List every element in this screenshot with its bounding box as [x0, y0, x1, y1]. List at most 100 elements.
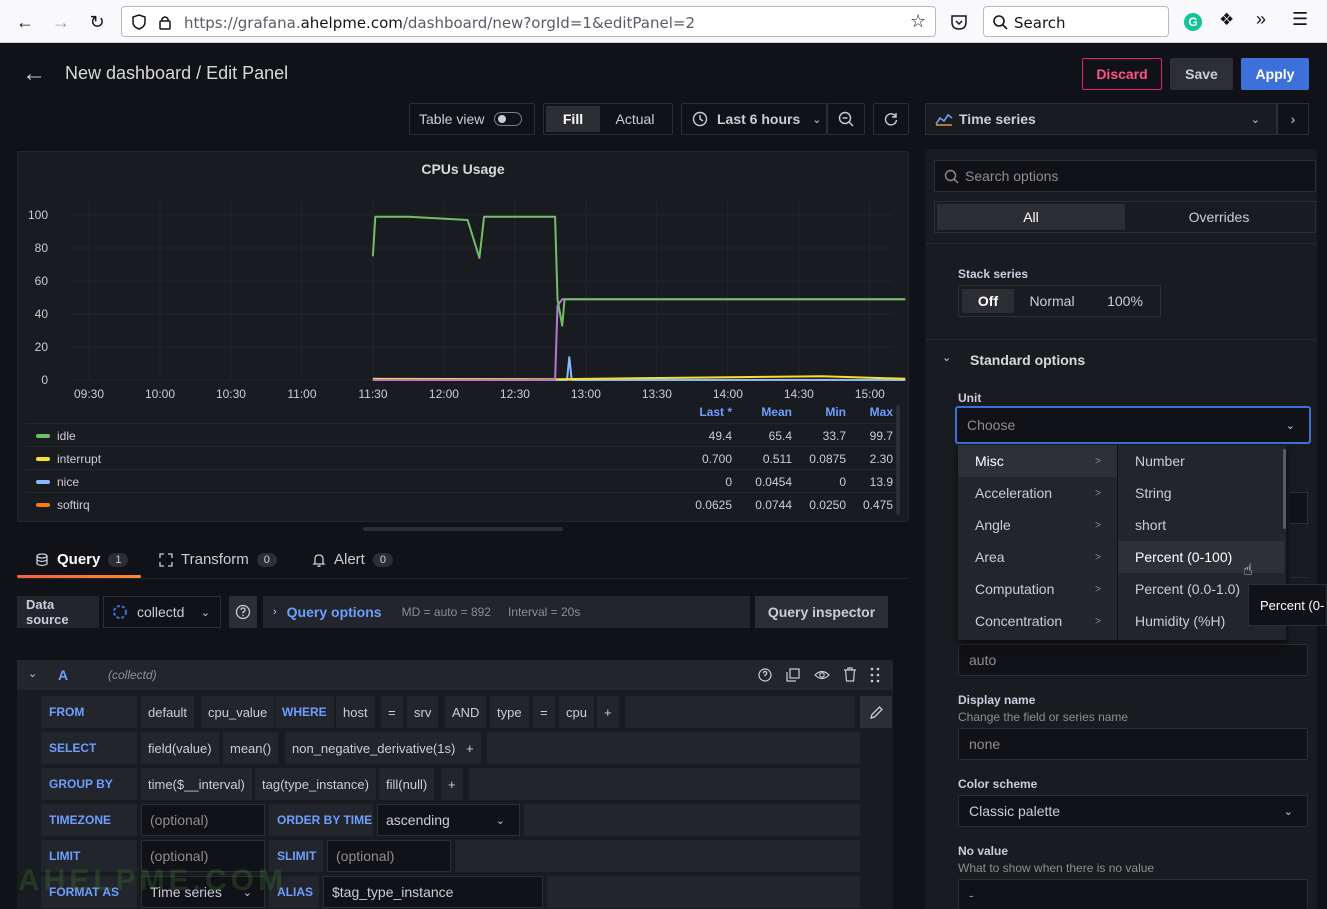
y-tick-label: 100 — [27, 208, 48, 222]
visualization-picker[interactable]: Time series ⌄ — [925, 103, 1277, 135]
color-scheme-select[interactable]: Classic palette ⌄ — [958, 795, 1308, 827]
order-by-select[interactable]: ascending ⌄ — [377, 804, 520, 836]
forward-icon[interactable]: → — [47, 8, 75, 36]
query-ref-id[interactable]: A — [58, 667, 68, 683]
url-bar[interactable]: https://grafana.ahelpme.com/dashboard/ne… — [121, 6, 936, 37]
hamburger-menu-icon[interactable]: ☰ — [1292, 9, 1308, 30]
help-icon[interactable] — [758, 668, 772, 682]
legend-row-nice[interactable]: nice 0 0.0454 0 13.9 — [26, 469, 902, 492]
toggle-switch[interactable] — [494, 112, 523, 126]
legend-header-max[interactable]: Max — [848, 405, 893, 419]
unit-category-item[interactable]: Angle > — [958, 509, 1117, 541]
from-retention-policy[interactable]: default — [141, 696, 195, 728]
group-by-time[interactable]: time($__interval) — [141, 768, 252, 800]
decimals-input[interactable]: auto — [958, 644, 1308, 676]
search-options-input[interactable]: Search options — [934, 160, 1316, 192]
legend-row-softirq[interactable]: softirq 0.0625 0.0744 0.0250 0.475 — [26, 492, 902, 515]
eye-icon[interactable] — [814, 668, 830, 682]
unit-option-label: Percent (0.0-1.0) — [1135, 581, 1241, 597]
standard-options-header[interactable]: Standard options — [970, 352, 1085, 368]
select-field[interactable]: field(value) — [141, 732, 219, 764]
legend-header-last[interactable]: Last * — [678, 405, 732, 419]
add-group-by-button[interactable]: + — [441, 768, 463, 800]
unit-option-item[interactable]: String — [1118, 477, 1284, 509]
add-select-button[interactable]: + — [459, 732, 481, 764]
overflow-chevron-icon[interactable]: » — [1256, 9, 1266, 30]
help-button[interactable] — [229, 596, 257, 628]
legend-scrollbar[interactable] — [896, 405, 900, 515]
browser-search[interactable]: Search — [983, 6, 1169, 37]
raw-query-toggle[interactable] — [860, 696, 892, 728]
unit-category-item[interactable]: Computation > — [958, 573, 1117, 605]
unit-category-item[interactable]: Area > — [958, 541, 1117, 573]
slimit-input[interactable]: (optional) — [327, 840, 451, 872]
where-operator[interactable]: = — [381, 696, 403, 728]
tab-all[interactable]: All — [937, 204, 1125, 230]
apply-button[interactable]: Apply — [1241, 58, 1309, 90]
pane-resize-handle[interactable] — [363, 527, 563, 531]
unit-category-item[interactable]: Misc > — [958, 445, 1117, 477]
legend-value-min: 33.7 — [822, 429, 846, 443]
legend-row-interrupt[interactable]: interrupt 0.700 0.511 0.0875 2.30 — [26, 446, 902, 469]
menu-scrollbar[interactable] — [1283, 449, 1286, 529]
unit-option-item[interactable]: Percent (0-100) — [1118, 541, 1284, 573]
where-tag-key[interactable]: host — [336, 696, 375, 728]
legend-header-min[interactable]: Min — [798, 405, 846, 419]
zoom-out-button[interactable] — [827, 103, 865, 135]
back-icon[interactable]: ← — [11, 8, 39, 36]
unit-option-item[interactable]: short — [1118, 509, 1284, 541]
actual-option[interactable]: Actual — [600, 106, 670, 132]
where-tag-value[interactable]: srv — [407, 696, 439, 728]
back-arrow-icon[interactable]: ← — [22, 60, 46, 88]
refresh-button[interactable] — [873, 103, 909, 135]
bookmark-star-icon[interactable]: ☆ — [910, 11, 926, 32]
drag-handle-icon[interactable] — [870, 667, 880, 683]
select-derivative[interactable]: non_negative_derivative(1s) — [285, 732, 463, 764]
alias-input[interactable]: $tag_type_instance — [323, 876, 543, 908]
group-by-tag[interactable]: tag(type_instance) — [255, 768, 376, 800]
unit-picker[interactable]: Choose ⌄ — [955, 406, 1311, 444]
legend-row-idle[interactable]: idle 49.4 65.4 33.7 99.7 — [26, 423, 902, 446]
data-source-select[interactable]: collectd ⌄ — [103, 596, 221, 628]
stack-option-off[interactable]: Off — [962, 289, 1014, 313]
tab-overrides[interactable]: Overrides — [1125, 204, 1313, 230]
reload-icon[interactable]: ↻ — [83, 8, 111, 36]
extension-icon[interactable]: ❖ — [1219, 10, 1234, 30]
grammarly-icon[interactable]: G — [1184, 13, 1202, 31]
duplicate-icon[interactable] — [786, 668, 800, 682]
chevron-down-icon[interactable]: ⌄ — [942, 351, 951, 364]
stack-option-percent[interactable]: 100% — [1093, 289, 1157, 313]
where-tag-value-2[interactable]: cpu — [559, 696, 594, 728]
pocket-icon[interactable] — [950, 13, 968, 31]
legend-header-mean[interactable]: Mean — [736, 405, 792, 419]
tab-query[interactable]: Query 1 — [35, 551, 129, 568]
no-value-input[interactable]: - — [958, 879, 1308, 909]
tab-transform[interactable]: Transform 0 — [159, 551, 277, 568]
discard-button[interactable]: Discard — [1082, 58, 1162, 90]
unit-category-item[interactable]: Concentration > — [958, 605, 1117, 637]
time-range-picker[interactable]: Last 6 hours ⌄ — [681, 103, 827, 135]
add-where-button[interactable]: + — [597, 696, 619, 728]
tab-alert[interactable]: Alert 0 — [312, 551, 393, 568]
where-tag-key-2[interactable]: type — [490, 696, 529, 728]
group-by-fill[interactable]: fill(null) — [379, 768, 435, 800]
where-operator-2[interactable]: = — [533, 696, 555, 728]
trash-icon[interactable] — [843, 667, 857, 682]
collapse-options-button[interactable]: › — [1277, 103, 1309, 135]
no-value-description: What to show when there is no value — [958, 861, 1155, 875]
display-name-input[interactable]: none — [958, 728, 1308, 760]
query-inspector-button[interactable]: Query inspector — [755, 596, 888, 628]
fill-option[interactable]: Fill — [546, 106, 600, 132]
from-measurement[interactable]: cpu_value — [201, 696, 275, 728]
query-options-bar[interactable]: › Query options MD = auto = 892 Interval… — [263, 596, 750, 628]
unit-option-item[interactable]: Number — [1118, 445, 1284, 477]
chevron-right-icon: > — [1095, 455, 1101, 467]
save-button[interactable]: Save — [1170, 58, 1233, 90]
where-condition[interactable]: AND — [445, 696, 487, 728]
table-view-toggle[interactable]: Table view — [409, 103, 535, 135]
select-mean[interactable]: mean() — [223, 732, 279, 764]
stack-option-normal[interactable]: Normal — [1017, 289, 1087, 313]
unit-category-item[interactable]: Acceleration > — [958, 477, 1117, 509]
timezone-input[interactable]: (optional) — [141, 804, 265, 836]
collapse-chevron-icon[interactable]: ⌄ — [28, 667, 37, 680]
